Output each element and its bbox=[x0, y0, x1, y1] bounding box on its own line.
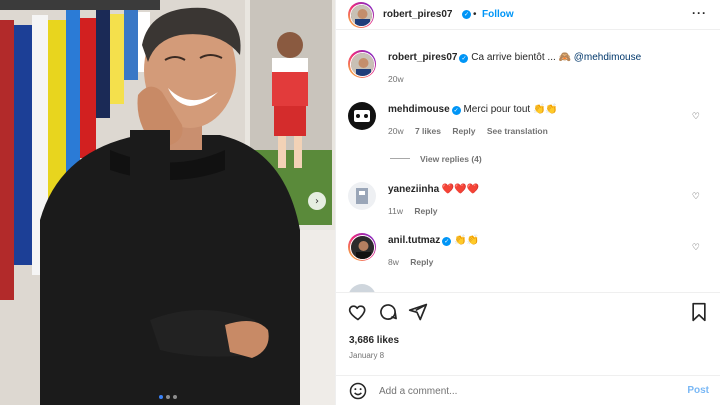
chevron-right-icon: › bbox=[315, 195, 319, 207]
mention-link[interactable]: @mehdimouse bbox=[574, 52, 641, 63]
follow-button[interactable]: Follow bbox=[482, 9, 514, 20]
comment-text: yaneziinha ❤️❤️❤️ bbox=[388, 184, 479, 195]
carousel-indicator bbox=[0, 395, 335, 399]
avatar[interactable] bbox=[348, 50, 376, 78]
header-separator: • bbox=[473, 9, 477, 20]
avatar[interactable] bbox=[348, 233, 376, 261]
post-date: January 8 bbox=[349, 351, 385, 360]
carousel-dot bbox=[172, 395, 177, 399]
comment-row-partial bbox=[348, 284, 710, 292]
caption-meta: 20w bbox=[388, 74, 413, 84]
comment-text: mehdimouse ✓ Merci pour tout 👏👏 bbox=[388, 104, 558, 115]
timestamp: 11w bbox=[388, 206, 403, 216]
verified-badge-icon: ✓ bbox=[459, 54, 469, 63]
comment-input[interactable] bbox=[379, 383, 669, 399]
comment-meta: 8w Reply bbox=[388, 257, 442, 267]
likes-count[interactable]: 3,686 likes bbox=[349, 335, 399, 346]
post-comment-button[interactable]: Post bbox=[687, 385, 709, 396]
post-media[interactable]: › bbox=[0, 0, 335, 405]
add-comment-bar: Post bbox=[336, 375, 720, 405]
likes-count[interactable]: 7 likes bbox=[415, 126, 441, 136]
caption-row: robert_pires07 ✓ Ca arrive bientôt ... 🙈 … bbox=[348, 50, 710, 90]
more-options-icon[interactable]: ··· bbox=[692, 7, 707, 19]
comment-username[interactable]: anil.tutmaz bbox=[388, 235, 440, 246]
avatar[interactable] bbox=[348, 182, 376, 210]
post-photo bbox=[0, 0, 335, 405]
bookmark-icon[interactable] bbox=[690, 302, 708, 322]
comment-body: 👏👏 bbox=[454, 235, 479, 246]
view-replies-label: View replies (4) bbox=[420, 154, 482, 164]
comment-meta: 11w Reply bbox=[388, 206, 447, 216]
avatar[interactable] bbox=[348, 102, 376, 130]
caption-body: Ca arrive bientôt ... 🙈 bbox=[471, 52, 571, 63]
comment-text: anil.tutmaz ✓ 👏👏 bbox=[388, 235, 479, 246]
heart-icon[interactable]: ♡ bbox=[692, 112, 700, 122]
caption-text: robert_pires07 ✓ Ca arrive bientôt ... 🙈 … bbox=[388, 52, 641, 63]
see-translation-link[interactable]: See translation bbox=[487, 126, 548, 136]
comments-list[interactable]: robert_pires07 ✓ Ca arrive bientôt ... 🙈 … bbox=[336, 30, 720, 292]
verified-badge-icon: ✓ bbox=[462, 10, 471, 19]
author-username[interactable]: robert_pires07 bbox=[383, 9, 452, 20]
timestamp: 8w bbox=[388, 257, 399, 267]
heart-icon[interactable]: ♡ bbox=[692, 243, 700, 253]
comment-username[interactable]: yaneziinha bbox=[388, 184, 439, 195]
comment-row: mehdimouse ✓ Merci pour tout 👏👏 20w 7 lik… bbox=[348, 102, 710, 162]
comment-body: ❤️❤️❤️ bbox=[441, 184, 480, 195]
verified-badge-icon: ✓ bbox=[451, 106, 461, 115]
verified-badge-icon: ✓ bbox=[442, 237, 452, 246]
heart-icon[interactable] bbox=[348, 302, 368, 322]
comment-meta: 20w 7 likes Reply See translation bbox=[388, 126, 557, 136]
post-side-panel: robert_pires07 ✓ • Follow ··· robert_pir… bbox=[335, 0, 720, 405]
author-avatar[interactable] bbox=[348, 2, 374, 28]
carousel-dot bbox=[165, 395, 170, 399]
comment-body: Merci pour tout 👏👏 bbox=[463, 104, 558, 115]
reply-button[interactable]: Reply bbox=[414, 206, 437, 216]
divider bbox=[390, 158, 410, 159]
heart-icon[interactable]: ♡ bbox=[692, 192, 700, 202]
comment-row: yaneziinha ❤️❤️❤️ 11w Reply ♡ bbox=[348, 182, 710, 222]
comment-row: anil.tutmaz ✓ 👏👏 8w Reply ♡ bbox=[348, 233, 710, 273]
timestamp: 20w bbox=[388, 74, 404, 84]
emoji-icon[interactable] bbox=[349, 382, 367, 400]
share-icon[interactable] bbox=[408, 302, 428, 322]
timestamp: 20w bbox=[388, 126, 404, 136]
comment-username[interactable]: mehdimouse bbox=[388, 104, 450, 115]
reply-button[interactable]: Reply bbox=[410, 257, 433, 267]
carousel-dot bbox=[158, 395, 163, 399]
view-replies-button[interactable]: View replies (4) bbox=[390, 154, 482, 164]
avatar[interactable] bbox=[348, 284, 376, 292]
next-slide-button[interactable]: › bbox=[308, 192, 326, 210]
post-actions: 3,686 likes January 8 bbox=[336, 292, 720, 370]
reply-button[interactable]: Reply bbox=[452, 126, 475, 136]
post-header: robert_pires07 ✓ • Follow ··· bbox=[336, 0, 720, 30]
caption-username[interactable]: robert_pires07 bbox=[388, 52, 457, 63]
comment-icon[interactable] bbox=[378, 302, 398, 322]
